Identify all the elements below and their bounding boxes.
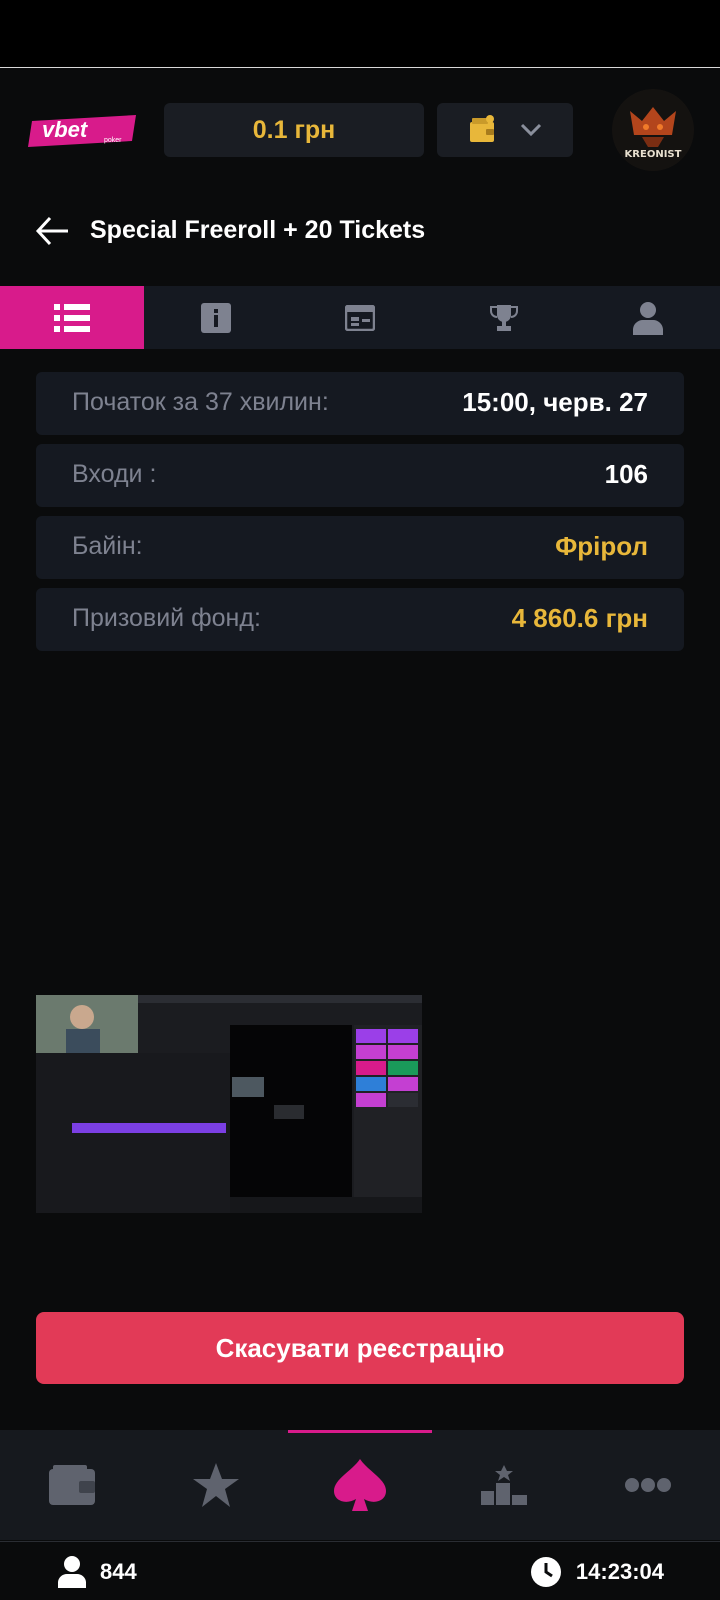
buyin-value: Фрірол [555, 531, 648, 561]
tab-bar [0, 286, 720, 349]
table-icon [345, 304, 375, 331]
players-online: 844 [58, 1556, 137, 1588]
wallet-dropdown[interactable] [437, 103, 573, 157]
tab-tables[interactable] [288, 286, 432, 349]
user-icon [58, 1556, 86, 1588]
svg-text:vbet: vbet [42, 117, 89, 142]
avatar[interactable]: KREONIST [612, 89, 694, 171]
entries-value: 106 [604, 459, 648, 489]
wallet-icon [49, 1465, 95, 1505]
buyin-label: Байін: [72, 532, 143, 560]
cancel-registration-button[interactable]: Скасувати реєстрацію [36, 1312, 684, 1384]
spade-icon [334, 1459, 386, 1511]
stream-overlay-thumbnail[interactable] [36, 995, 422, 1213]
prize-pool-value: 4 860.6 грн [511, 603, 648, 633]
clock-icon [530, 1557, 561, 1587]
arrow-left-icon [35, 216, 68, 246]
balance-value: 0.1 грн [252, 115, 336, 144]
nav-favorites[interactable] [144, 1430, 288, 1540]
entries-row: Входи : 106 [36, 444, 684, 507]
players-online-count: 844 [100, 1559, 137, 1584]
nav-leaderboard[interactable] [432, 1430, 576, 1540]
chevron-down-icon [520, 123, 542, 137]
svg-text:poker: poker [104, 137, 122, 144]
star-icon [193, 1463, 239, 1507]
cancel-registration-label: Скасувати реєстрацію [215, 1332, 505, 1363]
tab-prizes[interactable] [432, 286, 576, 349]
nav-cashier[interactable] [0, 1430, 144, 1540]
entries-label: Входи : [72, 460, 157, 488]
prize-pool-label: Призовий фонд: [72, 604, 261, 632]
wallet-icon [470, 115, 494, 142]
list-icon [54, 303, 90, 332]
back-button[interactable] [34, 212, 72, 250]
vbet-logo[interactable]: vbet poker [28, 111, 140, 151]
start-time-value: 15:00, черв. 27 [462, 387, 648, 417]
balance-display[interactable]: 0.1 грн [164, 103, 424, 157]
clock: 14:23:04 [530, 1556, 664, 1588]
tab-info[interactable] [144, 286, 288, 349]
more-icon [625, 1478, 671, 1492]
buyin-row: Байін: Фрірол [36, 516, 684, 579]
top-bar: vbet poker 0.1 грн KREONIST [0, 69, 720, 191]
start-time-row: Початок за 37 хвилин: 15:00, черв. 27 [36, 372, 684, 435]
tab-players[interactable] [576, 286, 720, 349]
trophy-icon [490, 304, 518, 331]
start-time-label: Початок за 37 хвилин: [72, 388, 329, 416]
page-header: Special Freeroll + 20 Tickets [0, 192, 720, 282]
bottom-nav [0, 1430, 720, 1540]
prize-pool-row: Призовий фонд: 4 860.6 грн [36, 588, 684, 651]
clock-time: 14:23:04 [575, 1559, 664, 1584]
footer-bar: 844 14:23:04 [0, 1541, 720, 1600]
podium-icon [481, 1465, 527, 1505]
nav-more[interactable] [576, 1430, 720, 1540]
info-icon [201, 302, 231, 333]
user-icon [633, 301, 663, 335]
avatar-text: KREONIST [625, 149, 682, 160]
status-bar [0, 0, 720, 68]
tab-list[interactable] [0, 286, 144, 349]
nav-poker[interactable] [288, 1430, 432, 1540]
page-title: Special Freeroll + 20 Tickets [90, 216, 426, 244]
